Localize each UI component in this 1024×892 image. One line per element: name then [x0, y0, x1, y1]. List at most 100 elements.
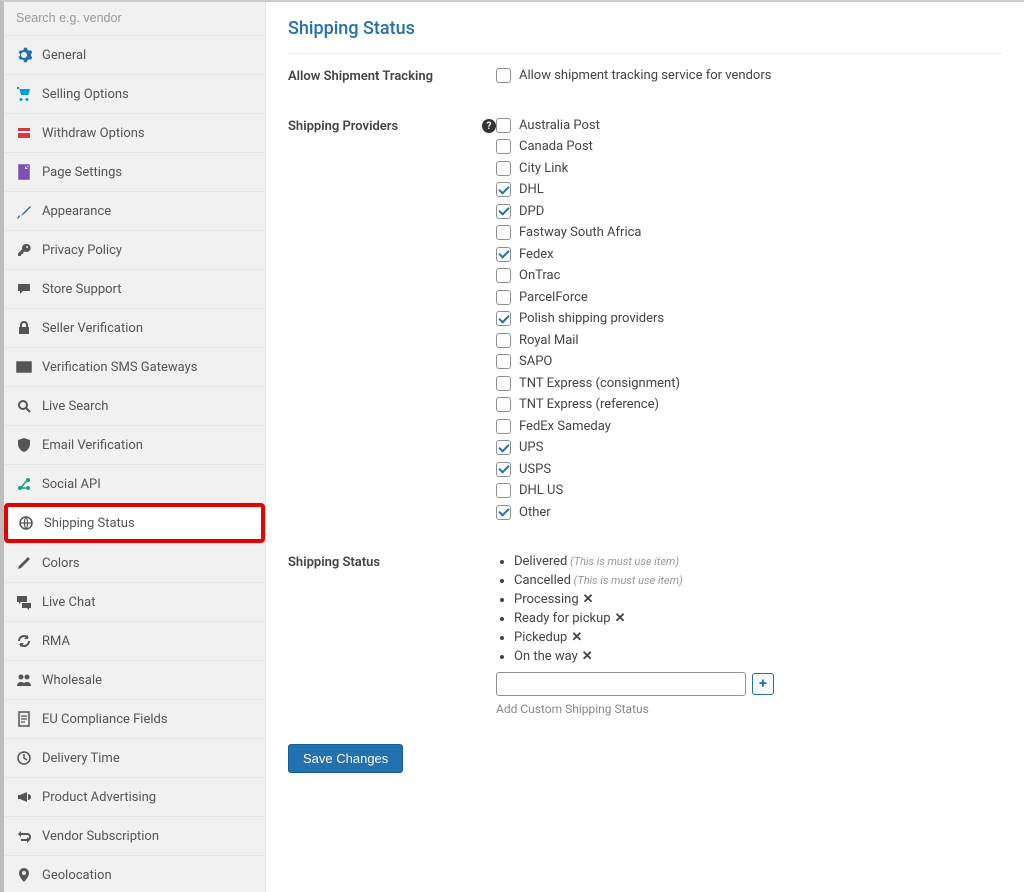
sidebar-item-delivery-time[interactable]: Delivery Time [4, 738, 265, 777]
sidebar-item-label: EU Compliance Fields [42, 712, 168, 727]
remove-status-icon[interactable]: ✕ [582, 649, 593, 664]
sidebar-item-shipping-status[interactable]: Shipping Status [4, 503, 265, 543]
sidebar-item-live-chat[interactable]: Live Chat [4, 582, 265, 621]
provider-checkbox[interactable] [496, 376, 511, 391]
search-input[interactable] [16, 11, 253, 25]
sidebar-item-label: General [42, 48, 86, 63]
checkbox-allow-tracking[interactable] [496, 68, 511, 83]
sidebar-item-label: Social API [42, 477, 101, 492]
provider-checkbox[interactable] [496, 333, 511, 348]
sidebar-item-social-api[interactable]: Social API [4, 464, 265, 503]
sidebar-item-label: Delivery Time [42, 751, 120, 766]
sidebar-item-vendor-subscription[interactable]: Vendor Subscription [4, 816, 265, 855]
provider-label[interactable]: ParcelForce [519, 290, 588, 305]
provider-checkbox[interactable] [496, 419, 511, 434]
provider-checkbox[interactable] [496, 225, 511, 240]
provider-label[interactable]: DHL [519, 182, 544, 197]
provider-label[interactable]: Polish shipping providers [519, 311, 664, 326]
status-list: Delivered (This is must use item)Cancell… [496, 554, 1002, 664]
sidebar-item-general[interactable]: General [4, 35, 265, 74]
sidebar-item-product-advertising[interactable]: Product Advertising [4, 777, 265, 816]
sidebar-item-label: Wholesale [42, 673, 102, 688]
sidebar-item-withdraw-options[interactable]: Withdraw Options [4, 113, 265, 152]
provider-checkbox[interactable] [496, 118, 511, 133]
provider-label[interactable]: Other [519, 505, 551, 520]
sidebar-item-seller-verification[interactable]: Seller Verification [4, 308, 265, 347]
mail-icon [16, 359, 32, 375]
sidebar-item-label: Shipping Status [44, 516, 135, 531]
provider-checkbox[interactable] [496, 161, 511, 176]
provider-label[interactable]: SAPO [519, 354, 552, 369]
sidebar-item-colors[interactable]: Colors [4, 543, 265, 582]
provider-label[interactable]: City Link [519, 161, 568, 176]
sidebar-item-label: RMA [42, 634, 70, 649]
social-icon [16, 476, 32, 492]
pin-icon [16, 867, 32, 883]
provider-label[interactable]: USPS [519, 462, 551, 477]
sidebar-search [4, 2, 265, 35]
provider-checkbox[interactable] [496, 397, 511, 412]
sidebar-item-email-verification[interactable]: Email Verification [4, 425, 265, 464]
label-shipping-providers: Shipping Providers ? [288, 118, 496, 134]
provider-checkbox[interactable] [496, 268, 511, 283]
status-item: Delivered (This is must use item) [514, 554, 1002, 569]
provider-label[interactable]: TNT Express (consignment) [519, 376, 680, 391]
sidebar-item-geolocation[interactable]: Geolocation [4, 855, 265, 892]
sidebar-item-live-search[interactable]: Live Search [4, 386, 265, 425]
pencil-icon [16, 555, 32, 571]
provider-checkbox[interactable] [496, 139, 511, 154]
provider-label[interactable]: UPS [519, 440, 543, 455]
provider-label[interactable]: OnTrac [519, 268, 560, 283]
provider-label[interactable]: FedEx Sameday [519, 419, 611, 434]
provider-checkbox[interactable] [496, 204, 511, 219]
provider-label[interactable]: TNT Express (reference) [519, 397, 659, 412]
key-icon [16, 242, 32, 258]
custom-status-input[interactable] [496, 672, 746, 696]
remove-status-icon[interactable]: ✕ [571, 630, 582, 645]
provider-label[interactable]: Australia Post [519, 118, 600, 133]
provider-checkbox[interactable] [496, 290, 511, 305]
checkbox-allow-tracking-label[interactable]: Allow shipment tracking service for vend… [519, 68, 771, 83]
sidebar-item-appearance[interactable]: Appearance [4, 191, 265, 230]
save-button[interactable]: Save Changes [288, 744, 403, 773]
sidebar-item-privacy-policy[interactable]: Privacy Policy [4, 230, 265, 269]
sidebar-item-rma[interactable]: RMA [4, 621, 265, 660]
sidebar-item-label: Store Support [42, 282, 122, 297]
provider-label[interactable]: Canada Post [519, 139, 593, 154]
provider-checkbox[interactable] [496, 182, 511, 197]
provider-label[interactable]: Fedex [519, 247, 554, 262]
sidebar-item-label: Email Verification [42, 438, 143, 453]
remove-status-icon[interactable]: ✕ [583, 592, 594, 607]
remove-status-icon[interactable]: ✕ [615, 611, 626, 626]
provider-label[interactable]: DHL US [519, 483, 563, 498]
sidebar-item-eu-compliance-fields[interactable]: EU Compliance Fields [4, 699, 265, 738]
sidebar-item-verification-sms-gateways[interactable]: Verification SMS Gateways [4, 347, 265, 386]
brush-icon [16, 203, 32, 219]
add-status-helper: Add Custom Shipping Status [496, 702, 1002, 716]
sidebar-item-store-support[interactable]: Store Support [4, 269, 265, 308]
chats-icon [16, 594, 32, 610]
sidebar-item-label: Colors [42, 556, 80, 571]
provider-checkbox[interactable] [496, 247, 511, 262]
refresh-icon [16, 633, 32, 649]
help-icon[interactable]: ? [482, 119, 496, 133]
provider-checkbox[interactable] [496, 462, 511, 477]
provider-checkbox[interactable] [496, 505, 511, 520]
loop-icon [16, 828, 32, 844]
label-allow-tracking: Allow Shipment Tracking [288, 68, 496, 84]
add-status-button[interactable]: + [752, 673, 774, 695]
provider-label[interactable]: Fastway South Africa [519, 225, 642, 240]
provider-checkbox[interactable] [496, 354, 511, 369]
provider-label[interactable]: Royal Mail [519, 333, 579, 348]
provider-label[interactable]: DPD [519, 204, 544, 219]
page-title: Shipping Status [288, 18, 1002, 54]
sidebar-item-page-settings[interactable]: Page Settings [4, 152, 265, 191]
sidebar-item-selling-options[interactable]: Selling Options [4, 74, 265, 113]
page-icon [16, 164, 32, 180]
provider-checkbox[interactable] [496, 440, 511, 455]
provider-checkbox[interactable] [496, 311, 511, 326]
sidebar-item-wholesale[interactable]: Wholesale [4, 660, 265, 699]
provider-checkbox[interactable] [496, 483, 511, 498]
sidebar-item-label: Product Advertising [42, 790, 156, 805]
withdraw-icon [16, 125, 32, 141]
